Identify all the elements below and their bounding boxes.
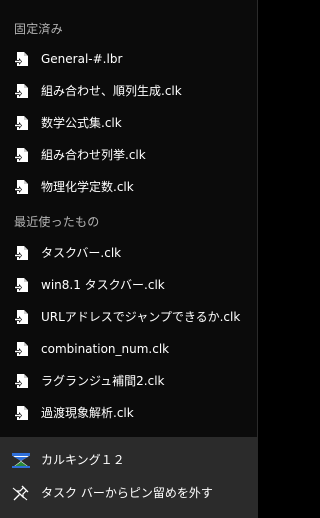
- calking-app-icon: [12, 453, 30, 468]
- recent-item[interactable]: タスクバー.clk: [0, 237, 257, 269]
- item-label: URLアドレスでジャンプできるか.clk: [41, 310, 241, 324]
- document-file-icon: [14, 342, 28, 356]
- pinned-item[interactable]: 組み合わせ列挙.clk: [0, 139, 257, 171]
- taskbar-jump-list: 固定済み General-#.lbr 組み合わせ、順列生成.clk 数学公式集.…: [0, 0, 258, 518]
- item-label: 組み合わせ、順列生成.clk: [41, 84, 182, 98]
- recent-item[interactable]: combination_num.clk: [0, 333, 257, 365]
- pinned-item[interactable]: General-#.lbr: [0, 43, 257, 75]
- item-label: win8.1 タスクバー.clk: [41, 278, 165, 292]
- jump-list-footer: カルキング１２ タスク バーからピン留めを外す: [0, 437, 257, 518]
- recent-item[interactable]: URLアドレスでジャンプできるか.clk: [0, 301, 257, 333]
- item-label: combination_num.clk: [41, 342, 170, 356]
- document-file-icon: [14, 278, 28, 292]
- item-label: 組み合わせ列挙.clk: [41, 148, 146, 162]
- app-name-label: カルキング１２: [41, 453, 125, 467]
- document-file-icon: [14, 310, 28, 324]
- pinned-item[interactable]: 物理化学定数.clk: [0, 171, 257, 203]
- unpin-label: タスク バーからピン留めを外す: [41, 486, 213, 500]
- document-file-icon: [14, 246, 28, 260]
- item-label: タスクバー.clk: [41, 246, 122, 260]
- recent-item[interactable]: win8.1 タスクバー.clk: [0, 269, 257, 301]
- document-file-icon: [14, 84, 28, 98]
- document-file-icon: [14, 406, 28, 420]
- pinned-item[interactable]: 数学公式集.clk: [0, 107, 257, 139]
- unpin-icon: [12, 485, 29, 501]
- item-label: 過渡現象解析.clk: [41, 406, 134, 420]
- document-file-icon: [14, 52, 28, 66]
- item-label: General-#.lbr: [41, 52, 123, 66]
- pinned-item[interactable]: 組み合わせ、順列生成.clk: [0, 75, 257, 107]
- document-file-icon: [14, 374, 28, 388]
- recent-item[interactable]: 過渡現象解析.clk: [0, 397, 257, 429]
- item-label: 物理化学定数.clk: [41, 180, 134, 194]
- item-label: 数学公式集.clk: [41, 116, 122, 130]
- document-file-icon: [14, 116, 28, 130]
- document-file-icon: [14, 148, 28, 162]
- item-label: ラグランジュ補間2.clk: [41, 374, 165, 388]
- document-file-icon: [14, 180, 28, 194]
- pinned-section-header: 固定済み: [14, 22, 63, 36]
- recent-item[interactable]: ラグランジュ補間2.clk: [0, 365, 257, 397]
- recent-section-header: 最近使ったもの: [14, 215, 100, 229]
- unpin-from-taskbar-button[interactable]: タスク バーからピン留めを外す: [0, 475, 257, 511]
- open-app-button[interactable]: カルキング１２: [0, 442, 257, 478]
